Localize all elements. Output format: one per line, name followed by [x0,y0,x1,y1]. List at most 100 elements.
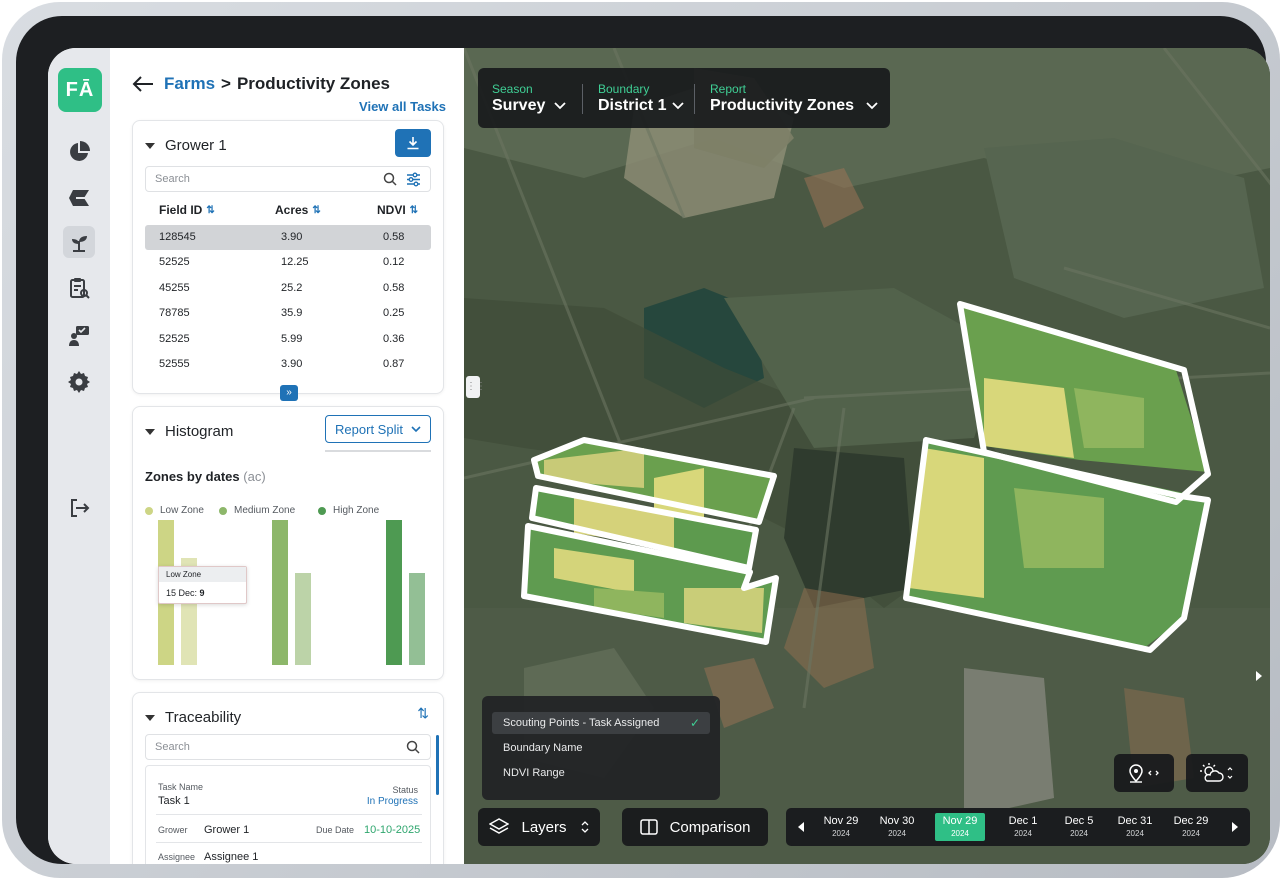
traceability-search-placeholder: Search [155,741,190,753]
traceability-card: Traceability ⇅ Search Task Name Task 1 S… [132,692,444,864]
zones-title: Zones by dates (ac) [145,469,266,484]
col-acres[interactable]: Acres ⇅ [275,203,321,217]
timeline-prev-icon[interactable] [798,822,804,832]
sort-icon[interactable]: ⇅ [410,205,418,216]
map-filter-bar: Season Survey Boundary District 1 Report… [478,68,890,128]
col-ndvi[interactable]: NDVI ⇅ [377,203,418,217]
filter-sliders-icon[interactable] [406,172,421,187]
location-code-button[interactable] [1114,754,1174,792]
chevron-down-icon [672,102,685,110]
collapse-caret-icon [145,428,155,435]
table-row[interactable]: 128545 3.90 0.58 [145,225,431,250]
task-name: Task 1 [158,795,190,807]
assignee-value: Assignee 1 [204,851,259,863]
report-split-label: Report Split [335,421,403,437]
report-dropdown[interactable]: Report Productivity Zones [710,82,878,115]
layers-button[interactable]: Layers [478,808,600,846]
panel-resize-handle[interactable]: ⋮⋮ [466,376,486,398]
timeline-date[interactable]: Dec 29 2024 [1166,813,1216,841]
table-row[interactable]: 45255 25.2 0.58 [145,276,431,301]
boundary-dropdown[interactable]: Boundary District 1 [598,82,685,115]
layer-option-scouting-points[interactable]: Scouting Points - Task Assigned ✓ [492,712,710,734]
app-logo[interactable]: FĀ [58,68,102,112]
histogram-title: Histogram [165,423,234,440]
sort-icon[interactable]: ⇅ [312,205,320,216]
report-split-dropdown[interactable]: Report Split [325,415,431,443]
chevron-down-icon [411,425,421,432]
scout-chat-icon[interactable] [63,320,95,352]
layer-option-boundary-name[interactable]: Boundary Name [492,737,710,759]
boundary-label: Boundary [598,82,650,96]
timeline-date[interactable]: Dec 31 2024 [1110,813,1160,841]
season-dropdown[interactable]: Season Survey [492,82,567,115]
divider [325,450,431,452]
histogram-bar[interactable] [272,520,288,665]
status-badge: In Progress [366,796,418,807]
table-row[interactable]: 52555 3.90 0.87 [145,352,431,377]
timeline-next-icon[interactable] [1232,822,1238,832]
histogram-bar[interactable] [295,573,311,665]
view-all-tasks-link[interactable]: View all Tasks [359,99,446,114]
grower-search-input[interactable]: Search [145,166,431,192]
scrollbar[interactable] [436,735,439,795]
up-down-chevron-icon [581,821,588,833]
layer-option-ndvi-range[interactable]: NDVI Range [492,762,710,784]
search-icon[interactable] [383,172,398,187]
table-row[interactable]: 52525 5.99 0.36 [145,327,431,352]
download-icon [407,137,419,150]
weather-icon [1200,763,1233,782]
expand-table-button[interactable]: » [280,385,298,401]
location-pin-icon [1129,764,1159,783]
report-clipboard-icon[interactable] [63,272,95,304]
search-icon[interactable] [406,740,421,755]
breadcrumb-farms-link[interactable]: Farms [164,74,215,94]
table-row[interactable]: 52525 12.25 0.12 [145,250,431,275]
report-label: Report [710,82,747,96]
layers-label: Layers [521,818,567,836]
plant-icon[interactable] [63,226,95,258]
timeline-date[interactable]: Dec 5 2024 [1054,813,1104,841]
sort-icon[interactable]: ⇅ [417,705,429,722]
field-layers-icon[interactable] [63,182,95,214]
download-button[interactable] [395,129,431,157]
comparison-button[interactable]: Comparison [622,808,768,846]
dashboard-icon[interactable] [63,136,95,168]
app-screen: FĀ Farms > Productivity Zones View all T… [48,48,1270,864]
weather-button[interactable] [1186,754,1248,792]
col-field-id[interactable]: Field ID ⇅ [159,203,215,217]
boundary-value: District 1 [598,97,667,114]
map-view[interactable]: Season Survey Boundary District 1 Report… [464,48,1270,864]
divider [694,84,695,114]
histogram-bar[interactable] [409,573,425,665]
breadcrumb-separator: > [221,74,231,93]
sort-icon[interactable]: ⇅ [206,205,214,216]
split-view-icon [639,819,658,835]
legend-low-zone: Low Zone [145,505,204,516]
timeline-date-selected[interactable]: Nov 29 2024 [935,813,985,841]
timeline-date[interactable]: Nov 30 2024 [872,813,922,841]
collapse-caret-icon [145,714,155,721]
traceability-header[interactable]: Traceability [145,709,241,726]
gear-icon[interactable] [63,366,95,398]
tablet-bezel: FĀ Farms > Productivity Zones View all T… [16,16,1270,864]
report-value: Productivity Zones [710,97,855,114]
table-row[interactable]: 78785 35.9 0.25 [145,301,431,326]
grower-header[interactable]: Grower 1 [145,137,227,154]
traceability-search-input[interactable]: Search [145,734,431,760]
side-panel: Farms > Productivity Zones View all Task… [110,48,464,864]
logout-icon[interactable] [63,492,95,524]
timeline-date[interactable]: Nov 29 2024 [816,813,866,841]
traceability-title: Traceability [165,709,242,726]
season-label: Season [492,82,533,96]
histogram-bar[interactable] [386,520,402,665]
due-date-label: Due Date [316,825,355,835]
task-card[interactable]: Task Name Task 1 Status In Progress Grow… [145,765,431,864]
task-name-label: Task Name [158,782,204,792]
chevron-down-icon [554,102,567,110]
layers-menu: Scouting Points - Task Assigned ✓ Boundar… [482,696,720,800]
histogram-header[interactable]: Histogram [145,423,233,440]
timeline-date[interactable]: Dec 1 2024 [998,813,1048,841]
back-arrow-icon[interactable] [132,75,154,93]
legend-medium-zone: Medium Zone [219,505,295,516]
map-expand-arrow-icon[interactable] [1256,671,1262,681]
